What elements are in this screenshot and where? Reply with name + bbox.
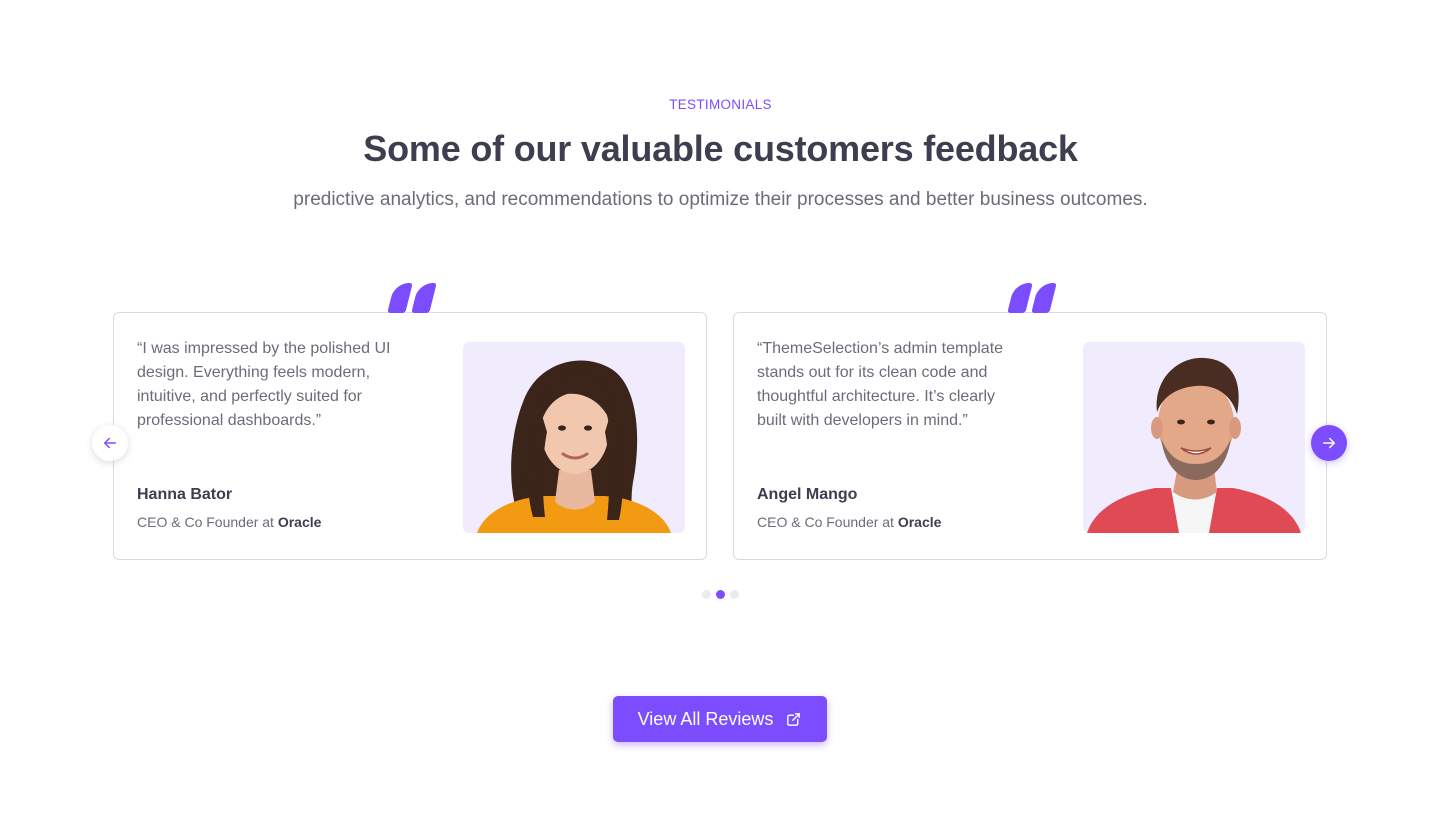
section-title: Some of our valuable customers feedback [363,128,1078,169]
company-name: Oracle [277,514,322,530]
testimonial-quote: “ThemeSelection’s admin template stands … [757,340,1004,429]
pagination-dot[interactable] [730,590,739,599]
testimonial-card: “I was impressed by the polished UI desi… [113,283,707,560]
testimonial-author: Hanna Bator [137,486,233,503]
quote-icon [1007,283,1057,319]
testimonial-role: CEO & Co Founder at Oracle [137,514,321,530]
arrow-right-icon [1323,437,1335,449]
carousel-pagination [0,590,1441,599]
carousel-next-button[interactable] [1311,425,1347,461]
eyebrow-label: TESTIMONIALS [669,97,772,112]
testimonial-author: Angel Mango [757,486,858,503]
pagination-dot[interactable] [702,590,711,599]
pagination-dot-active[interactable] [716,590,725,599]
arrow-left-icon [104,437,116,449]
company-name: Oracle [897,514,942,530]
quote-icon [387,283,437,319]
role-text: CEO & Co Founder at [137,514,274,530]
external-link-icon [787,712,801,726]
avatar [463,342,685,533]
testimonial-card: “ThemeSelection’s admin template stands … [733,283,1327,560]
testimonial-quote: “I was impressed by the polished UI desi… [137,340,391,429]
view-all-reviews-button[interactable]: View All Reviews [613,696,827,742]
testimonial-role: CEO & Co Founder at Oracle [757,514,941,530]
section-subtitle: predictive analytics, and recommendation… [293,189,1148,210]
role-text: CEO & Co Founder at [757,514,894,530]
avatar [1083,342,1305,533]
view-all-reviews-label: View All Reviews [637,708,774,729]
carousel-prev-button[interactable] [92,425,128,461]
